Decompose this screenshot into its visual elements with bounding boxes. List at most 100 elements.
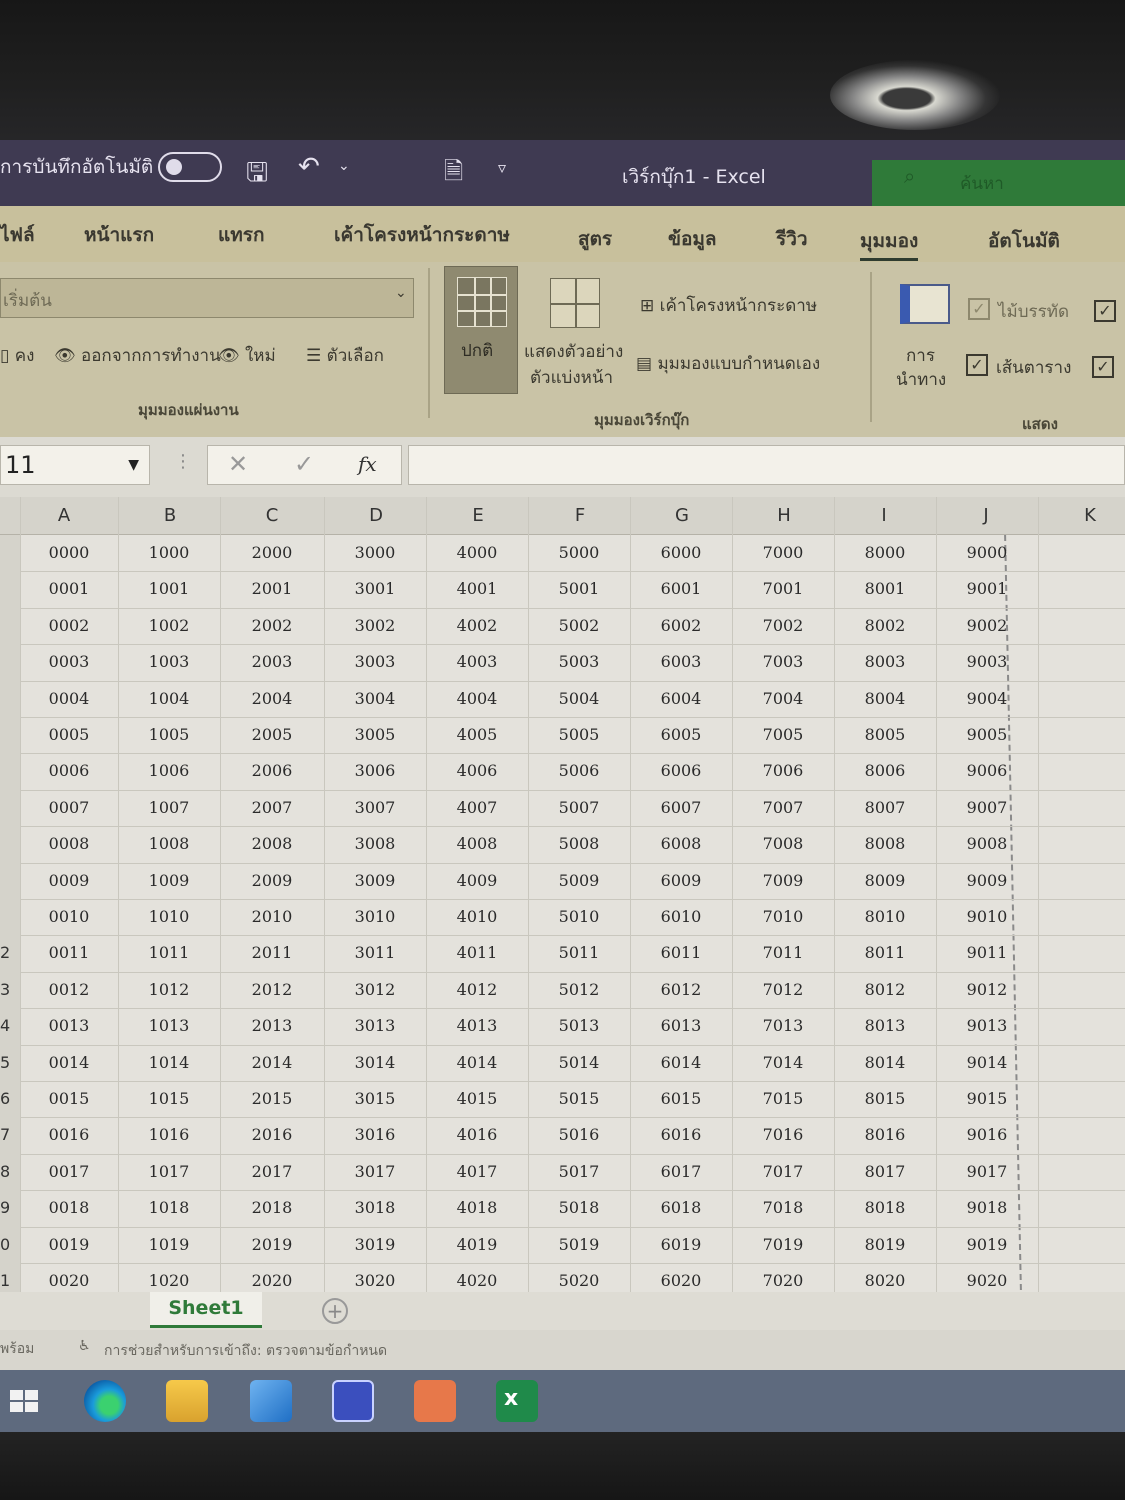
table-cell[interactable]: 5008 xyxy=(534,834,624,853)
table-cell[interactable]: 9001 xyxy=(942,579,1032,598)
table-cell[interactable]: 4020 xyxy=(432,1271,522,1290)
table-cell[interactable]: 9018 xyxy=(942,1198,1032,1217)
table-cell[interactable]: 1006 xyxy=(124,761,214,780)
table-cell[interactable]: 8010 xyxy=(840,907,930,926)
tab-review[interactable]: รีวิว xyxy=(776,224,808,254)
table-cell[interactable]: 7000 xyxy=(738,543,828,562)
table-cell[interactable]: 8013 xyxy=(840,1016,930,1035)
table-cell[interactable]: 7013 xyxy=(738,1016,828,1035)
table-cell[interactable]: 2010 xyxy=(227,907,317,926)
table-cell[interactable]: 4019 xyxy=(432,1235,522,1254)
undo-icon[interactable]: ↶ xyxy=(298,152,320,182)
table-cell[interactable]: 4013 xyxy=(432,1016,522,1035)
autosave-toggle[interactable] xyxy=(158,152,222,182)
table-cell[interactable]: 3002 xyxy=(330,616,420,635)
row-header[interactable]: 1 xyxy=(0,1263,20,1292)
table-cell[interactable]: 7019 xyxy=(738,1235,828,1254)
table-cell[interactable]: 0019 xyxy=(24,1235,114,1254)
table-cell[interactable]: 5011 xyxy=(534,943,624,962)
row-header[interactable] xyxy=(0,571,20,608)
table-cell[interactable]: 7008 xyxy=(738,834,828,853)
row-header[interactable]: 4 xyxy=(0,1008,20,1045)
table-cell[interactable]: 9012 xyxy=(942,980,1032,999)
table-cell[interactable]: 3001 xyxy=(330,579,420,598)
column-header-c[interactable]: C xyxy=(252,505,292,526)
table-cell[interactable]: 9000 xyxy=(942,543,1032,562)
row-header[interactable] xyxy=(0,789,20,827)
table-cell[interactable]: 9008 xyxy=(942,834,1032,853)
row-header[interactable]: 5 xyxy=(0,1044,20,1081)
table-cell[interactable]: 5012 xyxy=(534,980,624,999)
table-cell[interactable]: 2015 xyxy=(227,1089,317,1108)
name-box-dropdown-icon[interactable]: ▼ xyxy=(128,446,139,484)
table-cell[interactable]: 0006 xyxy=(24,761,114,780)
column-header-f[interactable]: F xyxy=(560,505,600,526)
table-cell[interactable]: 4002 xyxy=(432,616,522,635)
table-cell[interactable]: 6003 xyxy=(636,652,726,671)
table-cell[interactable]: 8004 xyxy=(840,689,930,708)
table-cell[interactable]: 2006 xyxy=(227,761,317,780)
teams-icon[interactable] xyxy=(332,1380,374,1422)
table-cell[interactable]: 6008 xyxy=(636,834,726,853)
table-cell[interactable]: 3006 xyxy=(330,761,420,780)
tab-insert[interactable]: แทรก xyxy=(218,220,264,250)
row-header[interactable] xyxy=(0,607,20,645)
table-cell[interactable]: 1000 xyxy=(124,543,214,562)
options-button[interactable]: ☰ ตัวเลือก xyxy=(306,342,384,369)
windows-start-icon[interactable] xyxy=(6,1380,48,1422)
column-header-b[interactable]: B xyxy=(150,505,190,526)
customize-toolbar-icon[interactable]: ▿ xyxy=(498,158,506,177)
new-view-button[interactable]: 👁 ใหม่ xyxy=(218,342,276,369)
table-cell[interactable]: 5010 xyxy=(534,907,624,926)
table-cell[interactable]: 2017 xyxy=(227,1162,317,1181)
table-cell[interactable]: 7002 xyxy=(738,616,828,635)
table-cell[interactable]: 4010 xyxy=(432,907,522,926)
table-cell[interactable]: 4003 xyxy=(432,652,522,671)
table-cell[interactable]: 7015 xyxy=(738,1089,828,1108)
table-cell[interactable]: 7010 xyxy=(738,907,828,926)
table-cell[interactable]: 3003 xyxy=(330,652,420,671)
table-cell[interactable]: 2000 xyxy=(227,543,317,562)
table-cell[interactable]: 0013 xyxy=(24,1016,114,1035)
table-cell[interactable]: 9003 xyxy=(942,652,1032,671)
table-cell[interactable]: 0014 xyxy=(24,1053,114,1072)
accessibility-status[interactable]: การช่วยสำหรับการเข้าถึง: ตรวจตามข้อกำหนด xyxy=(104,1340,387,1362)
excel-icon[interactable]: x xyxy=(496,1380,538,1422)
table-cell[interactable]: 9013 xyxy=(942,1016,1032,1035)
table-cell[interactable]: 5000 xyxy=(534,543,624,562)
table-cell[interactable]: 1010 xyxy=(124,907,214,926)
table-cell[interactable]: 7004 xyxy=(738,689,828,708)
table-cell[interactable]: 7006 xyxy=(738,761,828,780)
table-cell[interactable]: 6019 xyxy=(636,1235,726,1254)
column-header-g[interactable]: G xyxy=(662,505,702,526)
table-cell[interactable]: 4004 xyxy=(432,689,522,708)
table-cell[interactable]: 3020 xyxy=(330,1271,420,1290)
tab-automate[interactable]: อัตโนมัติ xyxy=(988,226,1060,256)
table-cell[interactable]: 8003 xyxy=(840,652,930,671)
row-header[interactable]: 2 xyxy=(0,935,20,972)
row-header[interactable] xyxy=(0,899,20,936)
row-header[interactable]: 7 xyxy=(0,1117,20,1154)
table-cell[interactable]: 9009 xyxy=(942,871,1032,890)
table-cell[interactable]: 0004 xyxy=(24,689,114,708)
table-cell[interactable]: 9007 xyxy=(942,798,1032,817)
table-cell[interactable]: 3015 xyxy=(330,1089,420,1108)
table-cell[interactable]: 3013 xyxy=(330,1016,420,1035)
file-explorer-icon[interactable] xyxy=(166,1380,208,1422)
table-cell[interactable]: 1017 xyxy=(124,1162,214,1181)
table-cell[interactable]: 7011 xyxy=(738,943,828,962)
table-cell[interactable]: 1012 xyxy=(124,980,214,999)
table-cell[interactable]: 2016 xyxy=(227,1125,317,1144)
table-cell[interactable]: 5005 xyxy=(534,725,624,744)
table-cell[interactable]: 8018 xyxy=(840,1198,930,1217)
table-cell[interactable]: 6012 xyxy=(636,980,726,999)
tab-formulas[interactable]: สูตร xyxy=(578,224,612,254)
ruler-checkbox[interactable]: ✓ xyxy=(968,298,990,320)
table-cell[interactable]: 5002 xyxy=(534,616,624,635)
row-header[interactable]: 8 xyxy=(0,1153,20,1191)
navigation-button[interactable]: การ นำทาง xyxy=(890,272,960,392)
table-cell[interactable]: 8012 xyxy=(840,980,930,999)
table-cell[interactable]: 2007 xyxy=(227,798,317,817)
headings-checkbox[interactable]: ✓ xyxy=(1092,356,1114,378)
table-cell[interactable]: 0017 xyxy=(24,1162,114,1181)
